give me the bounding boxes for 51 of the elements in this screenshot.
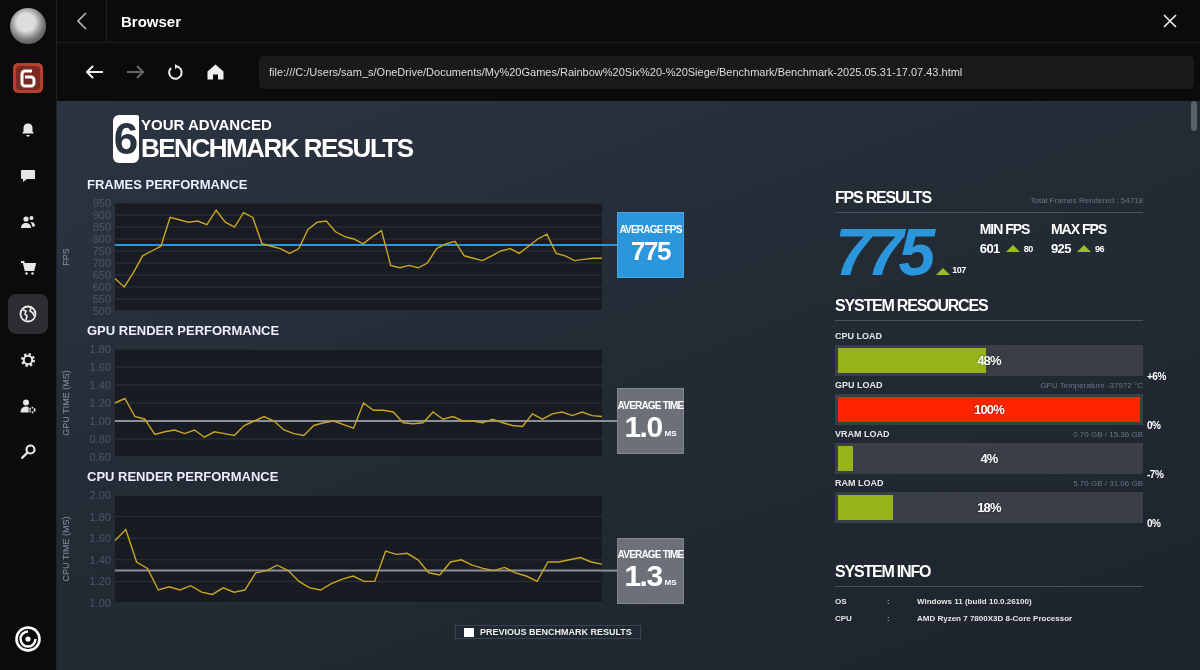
info-value: Windows 11 (build 10.0.26100): [917, 597, 1032, 606]
load-percent: 18%: [977, 500, 1001, 515]
axis-label: GPU TIME (MS): [61, 370, 71, 436]
axis-label: CPU TIME (MS): [61, 516, 71, 582]
axis-label: FPS: [61, 248, 71, 266]
average-label: AVERAGE TIME: [617, 549, 684, 561]
average-value: 775: [631, 234, 670, 267]
average-label: AVERAGE FPS: [619, 223, 682, 235]
section-title: SYSTEM INFO: [835, 563, 931, 581]
info-label: OS: [835, 597, 848, 606]
change-value: -7%: [1147, 469, 1164, 480]
resource-note: 0.70 GB / 15.36 GB: [1073, 430, 1143, 439]
average-value: 1.0: [624, 410, 662, 443]
resource-label: CPU LOAD: [835, 331, 882, 341]
average-label: AVERAGE TIME: [617, 399, 684, 411]
load-percent: 100%: [973, 402, 1005, 417]
chart-title: CPU RENDER PERFORMANCE: [87, 469, 280, 484]
section-title: FPS RESULTS: [835, 189, 931, 207]
window-title: Browser: [121, 12, 183, 30]
resource-label: RAM LOAD: [835, 478, 884, 488]
section-title: SYSTEM RESOURCES: [835, 297, 988, 315]
delta-value: 96: [1095, 243, 1105, 254]
delta-value: 80: [1023, 243, 1033, 254]
stat-label: MIN FPS: [979, 221, 1031, 237]
separator: :: [887, 614, 891, 623]
change-value: 0%: [1147, 518, 1161, 529]
average-value: 1.3: [624, 560, 662, 593]
heading: BENCHMARK RESULTS: [141, 134, 413, 162]
resource-label: VRAM LOAD: [835, 429, 890, 439]
total-frames-text: Total Frames Rendered : 54718: [1030, 196, 1143, 205]
load-percent: 4%: [980, 451, 998, 466]
chart-title: GPU RENDER PERFORMANCE: [87, 323, 281, 338]
resource-note: GPU Temperature -37972 °C: [1040, 381, 1143, 390]
legend-label: PREVIOUS BENCHMARK RESULTS: [480, 627, 632, 637]
delta-value: 107: [952, 265, 966, 275]
stat-label: MAX FPS: [1050, 221, 1107, 237]
info-value: AMD Ryzen 7 7800X3D 8-Core Processor: [917, 614, 1073, 623]
logo: 6: [113, 115, 139, 163]
change-value: +6%: [1147, 371, 1166, 382]
average-fps-value: 775: [835, 221, 931, 283]
heading: YOUR ADVANCED: [141, 116, 273, 134]
resource-note: 5.70 GB / 31.06 GB: [1073, 479, 1143, 488]
chart-title: FRAMES PERFORMANCE: [87, 177, 249, 192]
info-label: CPU: [835, 614, 853, 623]
separator: :: [887, 597, 891, 606]
change-value: 0%: [1147, 420, 1161, 431]
unit-label: MS: [664, 578, 677, 588]
stat-value: 601: [979, 241, 1000, 256]
unit-label: MS: [664, 428, 677, 438]
resource-label: GPU LOAD: [835, 380, 883, 390]
stat-value: 925: [1050, 241, 1072, 256]
